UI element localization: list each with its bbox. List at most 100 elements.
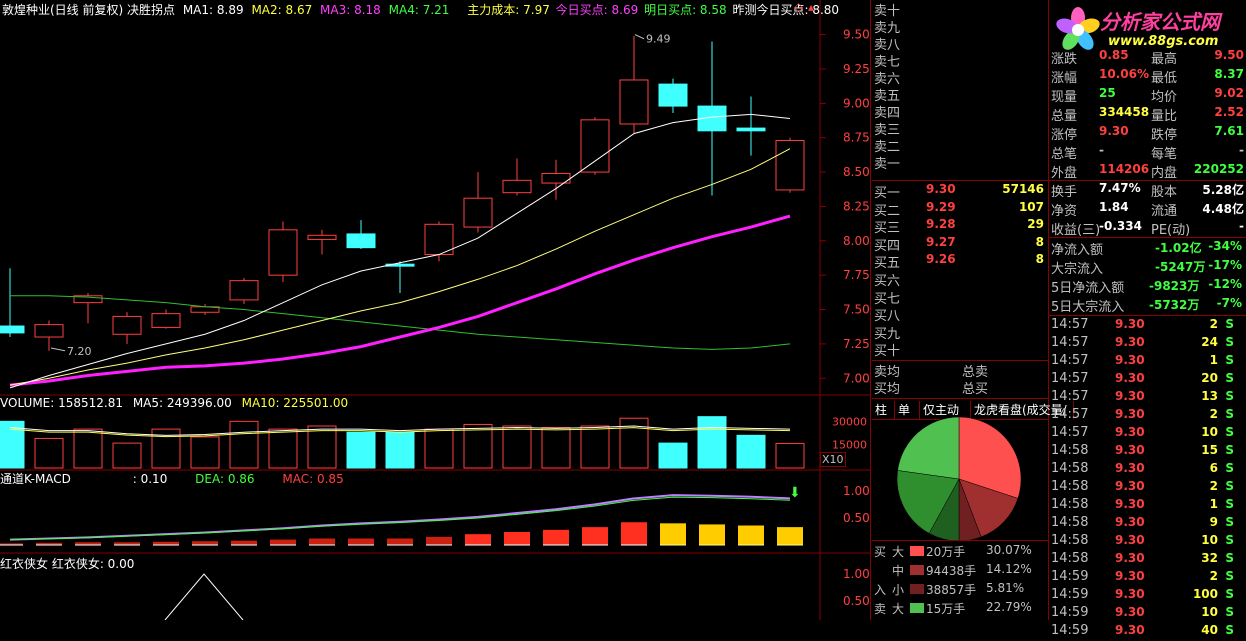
flow-value: -9823万	[1149, 279, 1200, 293]
bid-row: 买八	[874, 305, 1046, 325]
tick-row: 14:57 9.30 20 S	[1051, 371, 1244, 389]
quote-value: 0.85	[1099, 48, 1129, 62]
up-arrow-icon[interactable]: ▴	[808, 0, 814, 14]
tick-row: 14:58 9.30 2 S	[1051, 479, 1244, 497]
quote-key: 总量	[1051, 109, 1078, 124]
macd-tick-label: 0.50	[843, 511, 870, 525]
tick-price: 9.30	[1115, 479, 1145, 493]
quote-key: 涨幅	[1051, 71, 1078, 86]
tick-time: 14:58	[1051, 515, 1089, 530]
bid-volume: 107	[1018, 199, 1044, 214]
macd-tick-label: 1.00	[843, 484, 870, 498]
macd-dea: DEA: 0.86	[195, 472, 255, 486]
legend-side: 入	[874, 583, 887, 597]
tick-price: 9.30	[1115, 587, 1145, 601]
tomorrow-buy-label: 明日买点: 8.58	[644, 3, 727, 17]
tick-price: 9.30	[1115, 335, 1145, 349]
moving-average-lines	[9, 113, 791, 389]
flow-percent: -12%	[1208, 277, 1242, 291]
quote-value: 114206	[1099, 162, 1150, 176]
quote-row: 涨跌 0.85 最高 9.50	[1051, 48, 1244, 67]
macd-bar	[699, 524, 725, 545]
stock-title: 敦煌种业(日线 前复权) 决胜拐点	[2, 3, 175, 17]
legend-percent: 30.07%	[986, 543, 1032, 557]
tick-volume: 13	[1201, 389, 1218, 403]
volume-ma10-label: MA10: 225501.00	[241, 396, 349, 410]
volume-bar	[190, 436, 220, 469]
tick-row: 14:58 9.30 32 S	[1051, 551, 1244, 569]
candle	[580, 117, 610, 175]
candle-body	[463, 197, 493, 228]
ask-row: 卖九	[874, 17, 1046, 36]
tick-price: 9.30	[1115, 317, 1145, 331]
price-tick-label: 9.25	[843, 62, 870, 76]
tick-price: 9.30	[1115, 605, 1145, 619]
volume-bar	[502, 425, 532, 469]
high-pointer	[634, 34, 645, 40]
tick-row: 14:57 9.30 2 S	[1051, 407, 1244, 425]
quote-row: 涨幅 10.06% 最低 8.37	[1051, 67, 1244, 86]
candle-body	[775, 139, 805, 191]
candlestick-series	[0, 35, 805, 351]
divider	[872, 398, 1048, 399]
legend-side: 买	[874, 545, 887, 559]
legend-size: 中	[892, 564, 905, 578]
bid-level-label: 买十	[874, 344, 901, 360]
tick-side: S	[1225, 443, 1234, 457]
bid-volume: 57146	[1002, 182, 1044, 196]
ask-row: 卖五	[874, 85, 1046, 104]
fundamental-key: PE(动)	[1151, 223, 1191, 238]
macd-bar	[621, 522, 647, 545]
quote-key: 最高	[1151, 52, 1178, 67]
price-tick-label: 7.25	[843, 337, 870, 351]
legend-percent: 22.79%	[986, 600, 1032, 614]
fundamental-row: 收益(三) -0.334 PE(动) -	[1051, 219, 1244, 238]
volume-bar	[658, 442, 688, 469]
bid-level-label: 买九	[874, 326, 901, 342]
bottom-tick-label: 0.50	[843, 594, 870, 608]
flow-value: -1.02亿	[1155, 241, 1202, 255]
candle-body	[619, 79, 649, 125]
candle	[658, 78, 688, 113]
tick-row: 14:58 9.30 15 S	[1051, 443, 1244, 461]
chart-area[interactable]: 9.50 9.25 9.00 8.75 8.50 8.25 8.00 7.75 7.50 7.25…	[0, 0, 870, 620]
tick-time: 14:58	[1051, 551, 1089, 566]
flow-value: -5247万	[1155, 260, 1206, 274]
ma3-line	[9, 214, 791, 387]
tick-row: 14:58 9.30 1 S	[1051, 497, 1244, 515]
macd-bar	[465, 534, 491, 545]
tick-volume: 1	[1209, 353, 1218, 367]
tick-volume: 24	[1201, 335, 1218, 349]
tick-row: 14:58 9.30 9 S	[1051, 515, 1244, 533]
bid-level-label: 买八	[874, 309, 901, 325]
tick-time: 14:58	[1051, 461, 1089, 476]
tick-price: 9.30	[1115, 443, 1145, 457]
fundamental-value: 5.28亿	[1202, 183, 1244, 197]
quote-value: 9.02	[1214, 86, 1244, 100]
volume-bar	[346, 431, 376, 469]
price-tick-label: 8.25	[843, 199, 870, 213]
bid-row: 买十	[874, 340, 1046, 360]
quote-row: 现量 25 均价 9.02	[1051, 86, 1244, 105]
price-tick-label: 9.00	[843, 96, 870, 110]
tick-volume: 40	[1201, 623, 1218, 637]
macd-bar	[309, 538, 335, 545]
tick-side: S	[1225, 551, 1234, 565]
candle	[736, 96, 766, 156]
candle-body	[307, 234, 337, 240]
candle	[229, 277, 259, 305]
candle-body	[112, 315, 142, 335]
diamond-icon[interactable]: ◇	[794, 0, 803, 14]
ma4-label: MA4: 7.21	[388, 3, 450, 17]
quote-value: 9.50	[1214, 48, 1244, 62]
candle	[385, 261, 415, 294]
quote-row: 外盘 114206 内盘 220252	[1051, 162, 1244, 181]
tick-price: 9.30	[1115, 407, 1145, 421]
quote-key: 最低	[1151, 71, 1178, 86]
legend-swatch	[910, 584, 924, 594]
bid-price: 9.29	[926, 199, 956, 214]
divider	[872, 180, 1048, 181]
volume-bar	[424, 428, 454, 469]
low-annotation: 7.20	[67, 345, 92, 358]
legend-value: 94438手	[926, 564, 977, 578]
